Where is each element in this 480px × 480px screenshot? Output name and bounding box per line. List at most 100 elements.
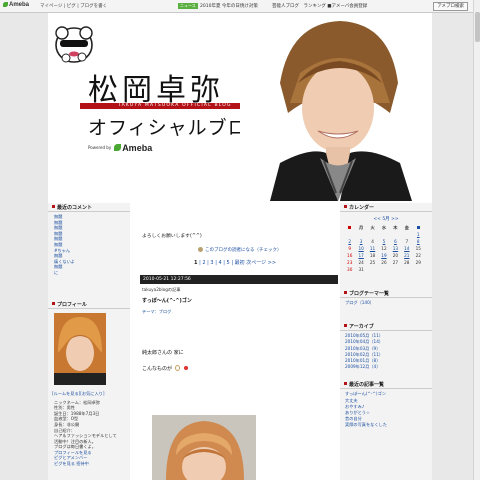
page-link-1[interactable]: 1: [194, 260, 197, 266]
archive-title: アーカイブ: [340, 322, 432, 332]
calendar-day-link[interactable]: 13: [390, 245, 401, 252]
profile-room-link[interactable]: [ルームを見る][お気に入り]: [48, 391, 130, 397]
calendar-day-link[interactable]: 5: [378, 238, 389, 245]
calendar-day: 30: [347, 267, 353, 272]
ameba-leaf-icon: [114, 144, 122, 151]
calendar-day: [378, 266, 389, 273]
recent-entry-link[interactable]: 実際の写真をなくした: [345, 422, 427, 428]
calendar-day-link[interactable]: 1: [413, 231, 424, 238]
weekday-sat: [413, 224, 424, 231]
calendar-day: [367, 266, 378, 273]
calendar-day-link[interactable]: 8: [413, 238, 424, 245]
calendar-day: 16: [347, 253, 353, 258]
entry-text-line-with-emoji: こんなものが: [142, 365, 189, 372]
top-links[interactable]: マイページ | ピグ | ブログを書く: [40, 3, 107, 9]
calendar-day: 7: [405, 239, 409, 244]
saturday-marker-icon: [416, 226, 420, 229]
calendar-day-link[interactable]: 19: [378, 252, 389, 259]
archive-list: 2010年05月（11） 2010年04月（14） 2010年03月（9） 20…: [340, 331, 432, 372]
entry-text-line: こんなものが: [142, 366, 173, 372]
recent-entries-title: 最近の記事一覧: [340, 380, 432, 390]
calendar-day: 28: [404, 260, 410, 265]
calendar-day: 15: [415, 246, 421, 251]
calendar-day: [378, 231, 389, 238]
calendar-day: 27: [392, 260, 399, 265]
blog-themes-list: ブログ（140）: [340, 298, 432, 308]
blog-themes-box: ブログテーマ一覧 ブログ（140）: [340, 289, 432, 308]
recent-entries-label: 最近の記事一覧: [349, 382, 385, 389]
calendar-day: 26: [381, 260, 387, 265]
calendar-day-link[interactable]: 14: [401, 245, 412, 252]
page-link-5[interactable]: 5: [227, 260, 230, 266]
entry-text-line: 純太郎さんの 家に: [142, 350, 184, 356]
comment-link[interactable]: に: [54, 270, 124, 276]
calendar-title: カレンダー: [340, 203, 432, 212]
page-link-4[interactable]: 4: [218, 260, 221, 266]
calendar-day-link[interactable]: 17: [355, 252, 366, 259]
lightbulb-emoji-icon: [175, 365, 181, 371]
bullet-icon: [52, 301, 55, 305]
blog-page: 松岡卓弥 TAKUYA MATSUOKA OFFICIAL BLOG オフィシャ…: [48, 13, 432, 480]
calendar-day: 29: [415, 260, 421, 265]
calendar-day-link[interactable]: 10: [355, 245, 366, 252]
theme-link[interactable]: ブログ（140）: [345, 300, 427, 306]
scrollbar[interactable]: [473, 0, 480, 480]
entry-date-bar: 2010-05-21 12:27:56: [140, 275, 338, 284]
calendar-day: [401, 231, 412, 238]
page-link-3[interactable]: 3: [210, 260, 213, 266]
calendar-day: [390, 231, 401, 238]
news-flag: ニュース: [178, 3, 198, 9]
recent-entries-list: すっぽ〜ん(^-^)ゴン 大丈夫 おやすみ♪ ありがとう☆ 昔の自分 実際の写真…: [340, 389, 432, 430]
blog-header[interactable]: 松岡卓弥 TAKUYA MATSUOKA OFFICIAL BLOG オフィシャ…: [48, 13, 432, 201]
calendar-day: [344, 231, 355, 238]
powered-by: Powered by Ameba: [88, 143, 152, 153]
pigg-invite-link[interactable]: ピグを見る 招待中: [48, 461, 130, 467]
ameba-logo-text: Ameba: [9, 2, 30, 8]
calendar-day-link[interactable]: 3: [355, 238, 366, 245]
ameba-logo[interactable]: Ameba: [3, 2, 29, 8]
entry-photo[interactable]: [152, 415, 256, 480]
calendar-day: 9: [348, 246, 352, 251]
promo-link[interactable]: 芸能人ブログ ランキング ■アメーバ会員登録: [272, 3, 367, 9]
news-ticker-link[interactable]: 2010年夏 今年の日焼け対策: [200, 3, 258, 9]
weekday-tue: 火: [370, 224, 375, 230]
blog-themes-title: ブログテーマ一覧: [340, 289, 432, 298]
weekday-mon: 月: [359, 224, 364, 230]
profile-photo[interactable]: [54, 312, 106, 385]
entry-theme-link[interactable]: テーマ：ブログ: [142, 309, 171, 315]
calendar-day: 4: [371, 239, 374, 244]
ameblo-search-button[interactable]: アメブロ検索: [433, 2, 468, 11]
calendar-day-link[interactable]: 2: [344, 238, 355, 245]
powered-by-brand: Ameba: [122, 143, 153, 153]
archive-link[interactable]: 2009年12月（4）: [345, 364, 427, 370]
calendar-day: 31: [358, 267, 364, 272]
recent-comments-title: 最近のコメント: [48, 203, 130, 212]
left-sidebar: 最近のコメント 無題 無題 無題 無題 無題 無題 #ちゃん 無題 痛くないよ …: [48, 203, 130, 480]
scrollbar-thumb[interactable]: [475, 12, 480, 42]
profile-label: プロフィール: [57, 301, 87, 308]
calendar-day-link[interactable]: 6: [390, 238, 401, 245]
weekday-fri: 金: [404, 224, 409, 230]
calendar-day: 25: [369, 260, 376, 265]
ameba-leaf-icon: [3, 2, 8, 7]
calendar-day: 18: [369, 253, 376, 258]
calendar-day-link[interactable]: 11: [367, 245, 378, 252]
next-page-link[interactable]: 次ページ >>: [246, 260, 276, 266]
pin-emoji-icon: [184, 366, 189, 370]
bullet-icon: [344, 324, 347, 328]
entry-title[interactable]: すっぽ〜ん(^-^)ゴン: [142, 297, 192, 304]
archive-box: アーカイブ 2010年05月（11） 2010年04月（14） 2010年03月…: [340, 322, 432, 372]
page-link-2[interactable]: 2: [202, 260, 205, 266]
become-reader-link[interactable]: このブログの読者になる（チェック）: [198, 247, 282, 253]
bullet-icon: [344, 291, 347, 294]
greeting-text: よろしくお願いします(^^): [142, 234, 202, 239]
page-first-link[interactable]: 最初: [235, 260, 245, 266]
become-reader-label: このブログの読者になる（チェック）: [205, 248, 282, 253]
calendar-day: [401, 266, 412, 273]
calendar-day-link[interactable]: 21: [401, 252, 412, 259]
recent-comments-list: 無題 無題 無題 無題 無題 無題 #ちゃん 無題 痛くないよ 無題 に: [48, 212, 130, 278]
pager: 1 | 2 | 3 | 4 | 5 | 最初 次ページ >>: [194, 260, 277, 266]
calendar-month-nav[interactable]: << 5月 >>: [340, 212, 432, 224]
profile-details: ニックネーム：松岡卓弥 性別：男性 誕生日：1988年7月3日 血液型：O型 身…: [48, 400, 130, 467]
calendar-day: 24: [358, 260, 364, 265]
